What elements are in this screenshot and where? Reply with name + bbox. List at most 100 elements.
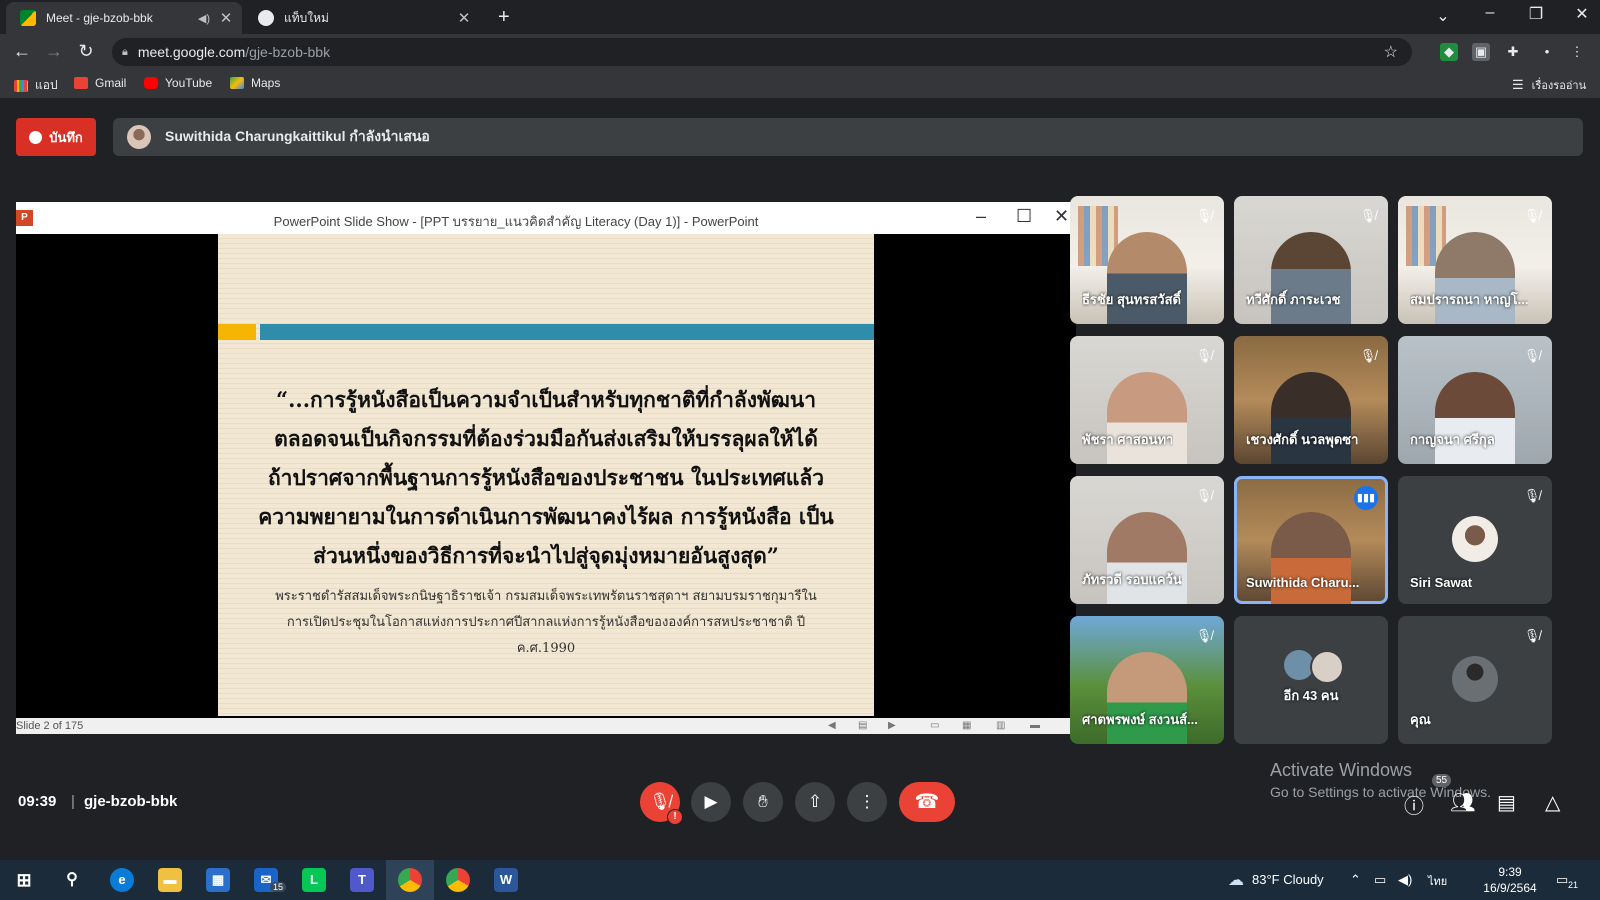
participant-tile[interactable]: 🎙︎̸ กาญจนา ศรีกุล <box>1398 336 1552 464</box>
file-explorer-icon[interactable]: ▬ <box>158 868 182 892</box>
meeting-details-icon[interactable]: ⓘ <box>1404 790 1424 819</box>
participant-tile[interactable]: 🎙︎̸ ภัทรวดี รอบแคว้น <box>1070 476 1224 604</box>
participant-tile-active-speaker[interactable]: ▮▮▮ Suwithida Charu... <box>1234 476 1388 604</box>
chrome-icon[interactable] <box>446 868 470 892</box>
close-tab-icon[interactable]: ✕ <box>454 9 474 27</box>
others-tile[interactable]: อีก 43 คน <box>1234 616 1388 744</box>
system-clock[interactable]: 9:39 16/9/2564 <box>1480 864 1540 896</box>
tray-expand-icon[interactable]: ⌃ <box>1350 872 1361 888</box>
others-count: อีก 43 คน <box>1283 688 1339 703</box>
people-icon[interactable]: 👥︎ <box>1450 790 1475 815</box>
lock-icon[interactable]: 🔒︎ <box>122 46 128 59</box>
extension-shield-icon[interactable]: ◆ <box>1440 43 1458 61</box>
mic-off-icon: 🎙︎̸ <box>1195 628 1213 643</box>
close-window-button[interactable]: ✕ <box>1567 4 1597 24</box>
self-tile[interactable]: 🎙︎̸ คุณ <box>1398 616 1552 744</box>
bookmarks-bar: แอป Gmail YouTube Maps ☰ เรื่องรออ่าน <box>0 70 1600 98</box>
edge-icon[interactable]: e <box>110 868 134 892</box>
participant-tile[interactable]: 🎙︎̸ ทวีศักดิ์ ภาระเวช <box>1234 196 1388 324</box>
participant-tile[interactable]: 🎙︎̸ พัชรา ศาสอนทา <box>1070 336 1224 464</box>
profile-icon[interactable]: • <box>1538 43 1556 61</box>
browser-tab-strip: Meet - gje-bzob-bbk ◀) ✕ แท็บใหม่ ✕ + ⌄ … <box>0 0 1600 34</box>
leave-call-button[interactable]: ☎︎ <box>899 782 955 822</box>
bookmark-star-icon[interactable]: ☆ <box>1384 42 1398 62</box>
windows-start-icon[interactable]: ⊞ <box>12 868 36 892</box>
tab-title: Meet - gje-bzob-bbk <box>46 11 153 25</box>
reading-list-icon: ☰ <box>1512 77 1524 92</box>
audio-playing-icon[interactable]: ◀) <box>198 12 210 25</box>
mic-off-icon: 🎙︎̸ <box>1195 488 1213 503</box>
participant-tile[interactable]: 🎙︎̸ Siri Sawat <box>1398 476 1552 604</box>
mic-toggle-button[interactable]: 🎙︎̸ ! <box>640 782 683 825</box>
source-line: ค.ศ.1990 <box>516 641 576 656</box>
participant-name: Suwithida Charu... <box>1246 575 1360 590</box>
chrome-menu-icon[interactable]: ⋮ <box>1568 43 1586 61</box>
extensions-puzzle-icon[interactable]: ✚ <box>1504 43 1522 61</box>
minimize-button[interactable]: – <box>1475 4 1505 22</box>
camera-toggle-button[interactable]: ▶︎ <box>691 782 731 822</box>
extension-screen-icon[interactable]: ▣ <box>1472 43 1490 61</box>
participant-tile[interactable]: 🎙︎̸ เชวงศักดิ์ นวลพุดซา <box>1234 336 1388 464</box>
bookmark-maps[interactable]: Maps <box>230 76 280 90</box>
participant-video <box>1107 232 1187 324</box>
bookmark-apps[interactable]: แอป <box>14 76 58 95</box>
mic-off-icon: 🎙︎̸ <box>1523 348 1541 363</box>
participant-name: พัชรา ศาสอนทา <box>1082 432 1174 447</box>
participant-tile[interactable]: 🎙︎̸ ศาตพรพงษ์ สงวนส์... <box>1070 616 1224 744</box>
volume-icon[interactable]: ◀) <box>1398 872 1412 888</box>
new-tab-button[interactable]: + <box>498 6 510 29</box>
reload-button[interactable]: ↻ <box>74 41 98 62</box>
quote-line: ส่วนหนึ่งของวิธีการที่จะนำไปสู่จุดมุ่งหม… <box>313 543 779 568</box>
source-line: พระราชดำรัสสมเด็จพระกนิษฐาธิราชเจ้า กรมส… <box>275 589 817 604</box>
bookmark-youtube[interactable]: YouTube <box>144 76 212 90</box>
word-icon[interactable]: W <box>494 868 518 892</box>
slide-quote: “...การรู้หนังสือเป็นความจำเป็นสำหรับทุก… <box>248 380 844 575</box>
more-options-button[interactable]: ⋮ <box>847 782 887 822</box>
line-icon[interactable]: L <box>302 868 326 892</box>
search-icon[interactable]: ⚲ <box>60 868 84 892</box>
weather-cloud-icon[interactable]: ☁ <box>1228 870 1244 890</box>
hangup-icon: ☎︎ <box>914 791 940 813</box>
participant-name: ศาตพรพงษ์ สงวนส์... <box>1082 712 1198 727</box>
address-bar[interactable]: 🔒︎ meet.google.com/gje-bzob-bbk ☆ <box>112 38 1412 66</box>
tab-meet[interactable]: Meet - gje-bzob-bbk ◀) ✕ <box>6 2 242 34</box>
notifications-icon[interactable]: ▭ <box>1556 872 1568 888</box>
maps-icon <box>230 77 244 89</box>
bookmark-gmail[interactable]: Gmail <box>74 76 126 90</box>
participant-name: ภัทรวดี รอบแคว้น <box>1082 572 1182 587</box>
reading-list[interactable]: ☰ เรื่องรออ่าน <box>1512 76 1586 94</box>
chat-icon[interactable]: ▤ <box>1497 790 1516 815</box>
network-icon[interactable]: ▭ <box>1374 872 1386 888</box>
weather-text[interactable]: 83°F Cloudy <box>1252 872 1324 887</box>
participant-tile[interactable]: 🎙︎̸ ธีรชัย สุนทรสวัสดิ์ <box>1070 196 1224 324</box>
browser-toolbar: ← → ↻ 🔒︎ meet.google.com/gje-bzob-bbk ☆ … <box>0 34 1600 70</box>
slide-source: พระราชดำรัสสมเด็จพระกนิษฐาธิราชเจ้า กรมส… <box>258 584 834 662</box>
ppt-window-title: PowerPoint Slide Show - [PPT บรรยาย_แนวค… <box>273 214 759 229</box>
back-button[interactable]: ← <box>10 41 34 62</box>
participant-video <box>1435 232 1515 324</box>
participant-tile[interactable]: 🎙︎̸ สมปรารถนา หาญโ... <box>1398 196 1552 324</box>
presentation-stream[interactable]: P PowerPoint Slide Show - [PPT บรรยาย_แน… <box>16 202 1076 734</box>
tab-search-icon[interactable]: ⌄ <box>1428 6 1458 26</box>
raise-hand-button[interactable]: ✋︎ <box>743 782 783 822</box>
input-language[interactable]: ไทย <box>1428 872 1447 890</box>
meet-area: บันทึก Suwithida Charungkaittikul กำลังน… <box>0 98 1600 860</box>
ppt-maximize-icon: ☐ <box>1016 206 1033 226</box>
mic-off-icon: 🎙︎̸ <box>1523 488 1541 503</box>
recording-button[interactable]: บันทึก <box>16 118 96 156</box>
mic-off-icon: 🎙︎̸ <box>649 792 671 811</box>
activities-icon[interactable]: △ <box>1545 790 1560 815</box>
tab-new[interactable]: แท็บใหม่ ✕ <box>244 2 480 34</box>
store-icon[interactable]: ▦ <box>206 868 230 892</box>
present-button[interactable]: ⇧ <box>795 782 835 822</box>
close-tab-icon[interactable]: ✕ <box>216 9 236 27</box>
mic-off-icon: 🎙︎̸ <box>1523 208 1541 223</box>
notes-icon: ▤ <box>858 720 868 731</box>
avatar <box>1452 656 1498 702</box>
restore-button[interactable]: ❐ <box>1521 4 1551 24</box>
teams-icon[interactable]: T <box>350 868 374 892</box>
chrome-icon[interactable] <box>398 868 422 892</box>
avatar <box>1452 516 1498 562</box>
forward-button[interactable]: → <box>42 41 66 62</box>
participant-name: เชวงศักดิ์ นวลพุดซา <box>1246 432 1359 447</box>
